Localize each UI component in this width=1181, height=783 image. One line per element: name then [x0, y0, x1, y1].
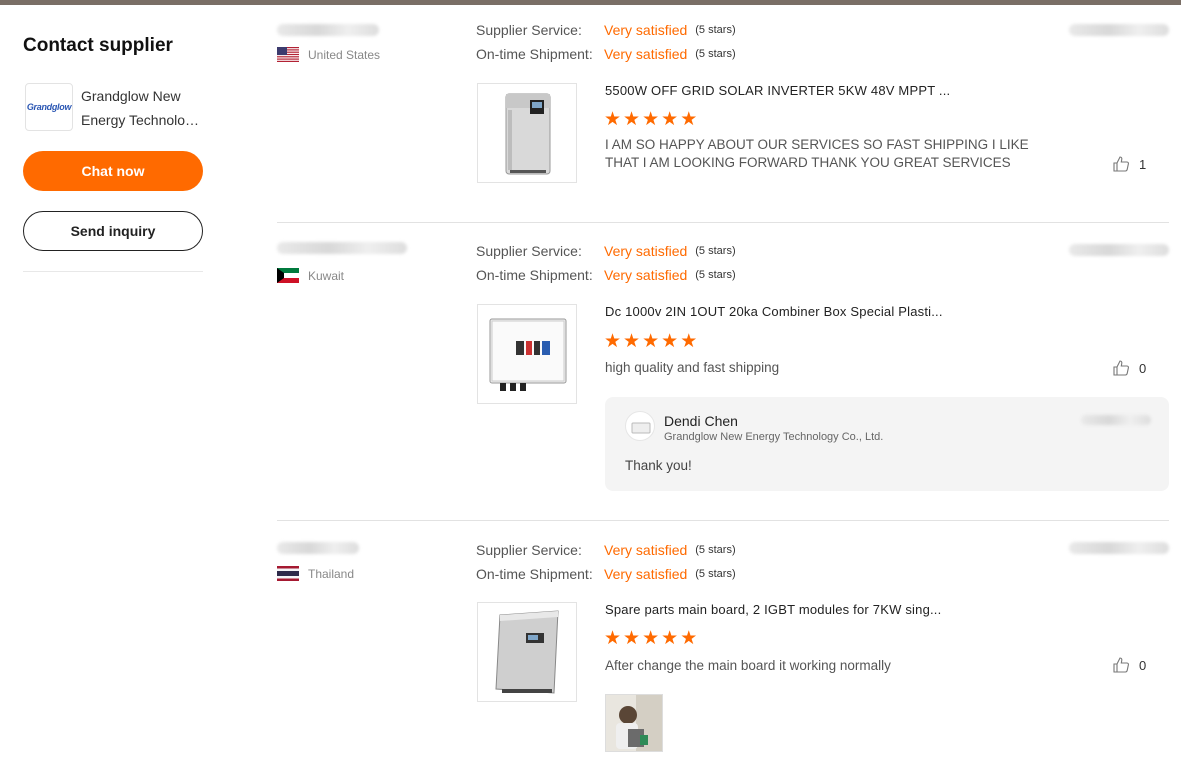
- star-icon: ★: [661, 109, 679, 130]
- like-button[interactable]: 0: [1112, 656, 1146, 674]
- blurred-reviewer-name: [277, 542, 359, 554]
- like-count: 0: [1139, 657, 1147, 673]
- like-count: 0: [1139, 360, 1147, 376]
- product-image[interactable]: [477, 83, 577, 183]
- reply-text: Thank you!: [625, 458, 692, 473]
- supplier-name[interactable]: Grandglow New Energy Technolog...: [81, 84, 203, 132]
- shipment-stars: (5 stars): [695, 269, 736, 281]
- thumbs-up-icon: [1113, 657, 1129, 673]
- star-icon: ★: [623, 109, 641, 130]
- shipment-label: On-time Shipment:: [476, 46, 593, 62]
- supplier-service-label: Supplier Service:: [476, 542, 582, 558]
- review-photo-thumbnail[interactable]: [605, 694, 663, 752]
- star-icon: ★: [642, 628, 660, 649]
- product-image[interactable]: [477, 304, 577, 404]
- shipment-value: Very satisfied: [604, 566, 688, 582]
- review-text: high quality and fast shipping: [605, 360, 780, 375]
- thailand-flag-icon: [277, 566, 299, 581]
- star-icon: ★: [661, 331, 679, 352]
- blurred-reviewer-name: [277, 24, 379, 36]
- like-button[interactable]: 1: [1112, 155, 1146, 173]
- supplier-service-rating: Supplier Service: Very satisfied (5 star…: [476, 243, 736, 259]
- supplier-service-stars: (5 stars): [695, 544, 736, 556]
- supplier-service-rating: Supplier Service: Very satisfied (5 star…: [476, 22, 736, 38]
- country-name: Kuwait: [308, 268, 345, 283]
- supplier-logo[interactable]: Grandglow: [25, 83, 73, 131]
- reviewer-country: Thailand: [277, 566, 354, 581]
- star-rating: ★ ★ ★ ★ ★: [604, 629, 697, 649]
- shipment-label: On-time Shipment:: [476, 267, 593, 283]
- star-icon: ★: [680, 628, 698, 649]
- shipment-rating: On-time Shipment: Very satisfied (5 star…: [476, 566, 736, 582]
- supplier-logo-text: Grandglow: [26, 102, 72, 112]
- supplier-reply: Dendi Chen Grandglow New Energy Technolo…: [605, 397, 1169, 491]
- country-name: United States: [308, 47, 381, 62]
- star-icon: ★: [661, 628, 679, 649]
- shipment-stars: (5 stars): [695, 48, 736, 60]
- replier-name: Dendi Chen: [664, 413, 738, 429]
- replier-company: Grandglow New Energy Technology Co., Ltd…: [664, 431, 884, 443]
- supplier-service-stars: (5 stars): [695, 24, 736, 36]
- star-icon: ★: [680, 331, 698, 352]
- country-name: Thailand: [308, 566, 355, 581]
- star-icon: ★: [623, 628, 641, 649]
- reviewer-country: United States: [277, 47, 380, 62]
- review-text: I AM SO HAPPY ABOUT OUR SERVICES SO FAST…: [605, 137, 1029, 170]
- replier-avatar: [625, 411, 655, 441]
- shipment-rating: On-time Shipment: Very satisfied (5 star…: [476, 267, 736, 283]
- blurred-review-date: [1069, 24, 1169, 36]
- shipment-rating: On-time Shipment: Very satisfied (5 star…: [476, 46, 736, 62]
- blurred-reply-date: [1081, 415, 1151, 425]
- like-button[interactable]: 0: [1112, 359, 1146, 377]
- star-rating: ★ ★ ★ ★ ★: [604, 332, 697, 352]
- supplier-service-value: Very satisfied: [604, 22, 688, 38]
- supplier-service-value: Very satisfied: [604, 542, 688, 558]
- review-item: Thailand Supplier Service: Very satisfie…: [277, 519, 1169, 783]
- blurred-review-date: [1069, 542, 1169, 554]
- product-title-link[interactable]: 5500W OFF GRID SOLAR INVERTER 5KW 48V MP…: [605, 83, 950, 98]
- review-item: United States Supplier Service: Very sat…: [277, 0, 1169, 224]
- supplier-service-stars: (5 stars): [695, 245, 736, 257]
- product-image[interactable]: [477, 602, 577, 702]
- chat-now-button[interactable]: Chat now: [23, 151, 203, 191]
- supplier-service-value: Very satisfied: [604, 243, 688, 259]
- star-icon: ★: [604, 109, 622, 130]
- contact-supplier-title: Contact supplier: [23, 35, 173, 56]
- star-rating: ★ ★ ★ ★ ★: [604, 110, 697, 130]
- star-icon: ★: [623, 331, 641, 352]
- sidebar-divider: [23, 271, 203, 272]
- review-text: After change the main board it working n…: [605, 658, 891, 673]
- blurred-reviewer-name: [277, 242, 407, 254]
- thumbs-up-icon: [1113, 360, 1129, 376]
- star-icon: ★: [680, 109, 698, 130]
- us-flag-icon: [277, 47, 299, 62]
- supplier-service-label: Supplier Service:: [476, 22, 582, 38]
- review-item: Kuwait Supplier Service: Very satisfied …: [277, 221, 1169, 521]
- shipment-value: Very satisfied: [604, 267, 688, 283]
- supplier-service-label: Supplier Service:: [476, 243, 582, 259]
- product-title-link[interactable]: Spare parts main board, 2 IGBT modules f…: [605, 602, 941, 617]
- star-icon: ★: [642, 331, 660, 352]
- shipment-label: On-time Shipment:: [476, 566, 593, 582]
- shipment-stars: (5 stars): [695, 568, 736, 580]
- thumbs-up-icon: [1113, 156, 1129, 172]
- star-icon: ★: [642, 109, 660, 130]
- like-count: 1: [1139, 156, 1147, 172]
- blurred-review-date: [1069, 244, 1169, 256]
- product-title-link[interactable]: Dc 1000v 2IN 1OUT 20ka Combiner Box Spec…: [605, 304, 943, 319]
- star-icon: ★: [604, 331, 622, 352]
- supplier-service-rating: Supplier Service: Very satisfied (5 star…: [476, 542, 736, 558]
- supplier-name-line2: Energy Technolog...: [81, 112, 203, 128]
- shipment-value: Very satisfied: [604, 46, 688, 62]
- kuwait-flag-icon: [277, 268, 299, 283]
- reviewer-country: Kuwait: [277, 268, 344, 283]
- star-icon: ★: [604, 628, 622, 649]
- supplier-name-line1: Grandglow New: [81, 88, 181, 104]
- send-inquiry-button[interactable]: Send inquiry: [23, 211, 203, 251]
